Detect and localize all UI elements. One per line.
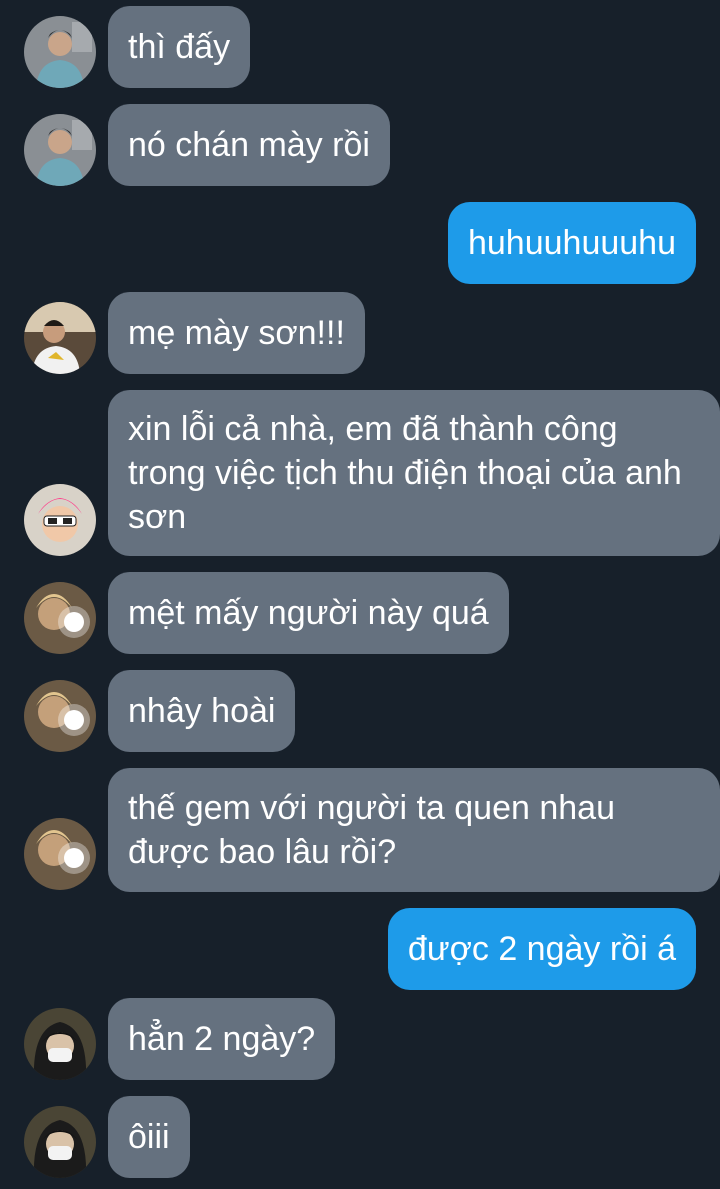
message-bubble[interactable]: hẳn 2 ngày? bbox=[108, 998, 336, 1080]
message-bubble[interactable]: xin lỗi cả nhà, em đã thành công trong v… bbox=[108, 390, 720, 556]
message-bubble[interactable]: mẹ mày sơn!!! bbox=[108, 292, 365, 374]
avatar-user-e[interactable] bbox=[24, 1008, 96, 1080]
avatar-user-c[interactable] bbox=[24, 484, 96, 556]
message-bubble[interactable]: được 2 ngày rồi á bbox=[387, 908, 696, 990]
message-thread: thì đấy nó chán mày rồi huhuuhuuuhu mẹ m… bbox=[0, 0, 720, 1189]
avatar-user-e[interactable] bbox=[24, 1106, 96, 1178]
avatar-user-a[interactable] bbox=[24, 16, 96, 88]
message-bubble[interactable]: mệt mấy người này quá bbox=[108, 572, 509, 654]
message-bubble[interactable]: nhây hoài bbox=[108, 670, 296, 752]
avatar-user-a[interactable] bbox=[24, 114, 96, 186]
avatar-user-d[interactable] bbox=[24, 582, 96, 654]
avatar-user-d[interactable] bbox=[24, 680, 96, 752]
avatar-user-b[interactable] bbox=[24, 302, 96, 374]
message-bubble[interactable]: ôiii bbox=[108, 1096, 190, 1178]
message-bubble[interactable]: thế gem với người ta quen nhau được bao … bbox=[108, 768, 720, 892]
message-bubble[interactable]: nó chán mày rồi bbox=[108, 104, 390, 186]
avatar-user-d[interactable] bbox=[24, 818, 96, 890]
message-bubble[interactable]: huhuuhuuuhu bbox=[447, 202, 696, 284]
message-bubble[interactable]: thì đấy bbox=[108, 6, 251, 88]
